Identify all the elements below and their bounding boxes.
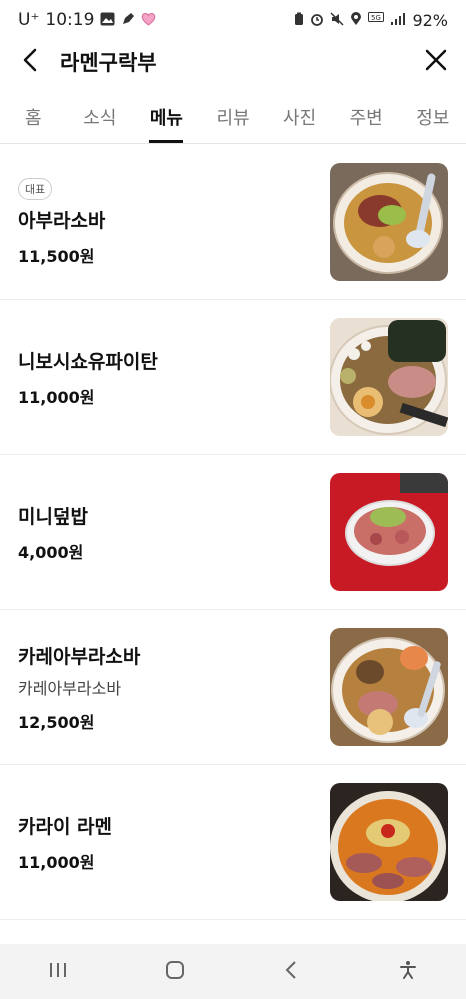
menu-item-name: 미니덮밥 xyxy=(18,505,88,528)
menu-item-niboshi-shoyu-paitan[interactable]: 니보시쇼유파이탄 11,000원 xyxy=(0,300,466,455)
status-right: 5G 92% xyxy=(294,11,448,30)
menu-item-name: 카라이 라멘 xyxy=(18,815,113,838)
menu-item-photo[interactable] xyxy=(330,163,448,281)
mute-icon xyxy=(330,11,344,29)
accessibility-icon xyxy=(398,960,418,984)
menu-item-photo[interactable] xyxy=(330,473,448,591)
tab-news[interactable]: 소식 xyxy=(67,94,134,143)
status-bar: U⁺ 10:19 5G 92% xyxy=(0,0,466,40)
svg-text:5G: 5G xyxy=(371,14,381,22)
menu-list: 대표 아부라소바 11,500원 니보시쇼유파이탄 11,000원 미니덮밥 4… xyxy=(0,145,466,920)
clock: 10:19 xyxy=(45,10,95,30)
accessibility-button[interactable] xyxy=(378,944,438,999)
heart-icon xyxy=(141,12,156,29)
battery-level: 92% xyxy=(412,10,448,30)
menu-item-price: 11,000원 xyxy=(18,852,95,872)
image-icon xyxy=(100,12,115,29)
back-icon xyxy=(285,960,297,984)
menu-item-photo[interactable] xyxy=(330,318,448,436)
close-button[interactable] xyxy=(406,40,466,84)
menu-item-name: 카레아부라소바 xyxy=(18,645,141,668)
menu-item-text: 카레아부라소바 카레아부라소바 12,500원 xyxy=(18,642,330,733)
menu-item-price: 12,500원 xyxy=(18,712,95,732)
menu-item-mini-don[interactable]: 미니덮밥 4,000원 xyxy=(0,455,466,610)
carrier-label: U⁺ xyxy=(18,10,40,30)
menu-item-name: 아부라소바 xyxy=(18,209,106,232)
battery-saver-icon xyxy=(294,12,304,29)
menu-item-description: 카레아부라소바 xyxy=(18,678,122,698)
recent-apps-button[interactable] xyxy=(28,944,88,999)
home-icon xyxy=(165,960,185,984)
chevron-left-icon xyxy=(23,48,37,76)
menu-item-photo[interactable] xyxy=(330,783,448,901)
home-button[interactable] xyxy=(145,944,205,999)
menu-item-text: 카라이 라멘 11,000원 xyxy=(18,812,330,873)
alarm-icon xyxy=(310,12,324,29)
close-icon xyxy=(425,49,447,75)
status-left: U⁺ 10:19 xyxy=(18,10,156,30)
tab-reviews[interactable]: 리뷰 xyxy=(200,94,267,143)
back-button[interactable] xyxy=(0,40,60,84)
menu-item-text: 니보시쇼유파이탄 11,000원 xyxy=(18,347,330,408)
pen-icon xyxy=(121,12,135,29)
menu-item-name: 니보시쇼유파이탄 xyxy=(18,350,158,373)
header: 라멘구락부 xyxy=(0,40,466,84)
menu-item-photo[interactable] xyxy=(330,628,448,746)
menu-item-price: 11,000원 xyxy=(18,387,95,407)
menu-item-abura-soba[interactable]: 대표 아부라소바 11,500원 xyxy=(0,145,466,300)
tab-home[interactable]: 홈 xyxy=(0,94,67,143)
menu-item-curry-abura-soba[interactable]: 카레아부라소바 카레아부라소바 12,500원 xyxy=(0,610,466,765)
tab-menu[interactable]: 메뉴 xyxy=(133,94,200,143)
signature-badge: 대표 xyxy=(18,177,53,200)
system-nav-bar xyxy=(0,944,466,999)
menu-item-text: 대표 아부라소바 11,500원 xyxy=(18,177,330,267)
menu-item-text: 미니덮밥 4,000원 xyxy=(18,502,330,563)
tab-photos[interactable]: 사진 xyxy=(266,94,333,143)
signal-icon xyxy=(390,12,406,29)
menu-item-price: 4,000원 xyxy=(18,542,84,562)
menu-item-price: 11,500원 xyxy=(18,246,95,266)
tab-bar: 홈 소식 메뉴 리뷰 사진 주변 정보 xyxy=(0,94,466,144)
menu-item-karai-ramen[interactable]: 카라이 라멘 11,000원 xyxy=(0,765,466,920)
page-title: 라멘구락부 xyxy=(60,51,157,75)
tab-nearby[interactable]: 주변 xyxy=(333,94,400,143)
location-icon xyxy=(350,11,362,29)
tab-info[interactable]: 정보 xyxy=(399,94,466,143)
system-back-button[interactable] xyxy=(261,944,321,999)
recent-apps-icon xyxy=(48,961,68,983)
5g-icon: 5G xyxy=(368,11,385,29)
